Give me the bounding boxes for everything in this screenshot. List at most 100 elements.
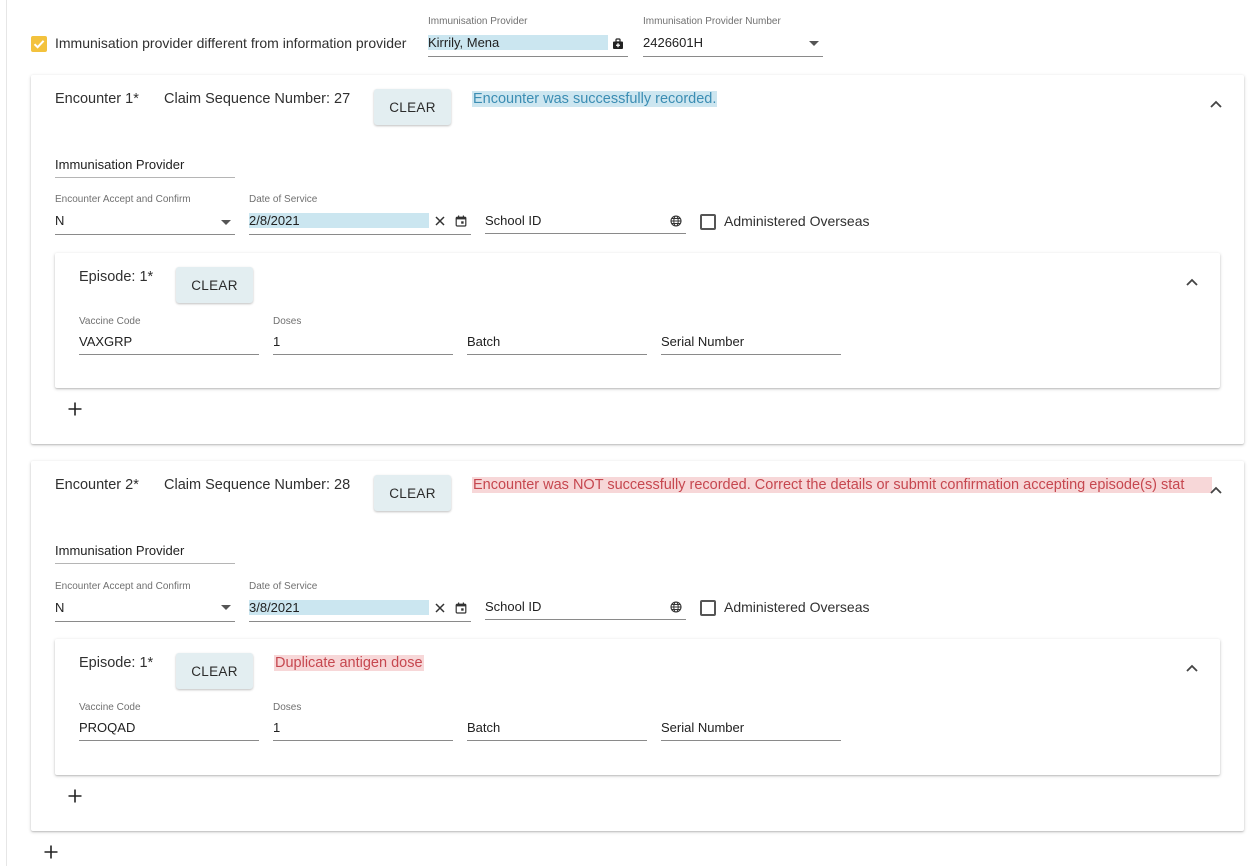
globe-icon[interactable] xyxy=(670,601,682,613)
calendar-icon[interactable] xyxy=(455,215,467,227)
vaccine-code-label: Vaccine Code xyxy=(79,702,141,713)
immunisation-provider-value[interactable]: Kirrily, Mena xyxy=(428,35,608,50)
doses-input[interactable]: Doses 1 xyxy=(273,316,453,356)
calendar-icon[interactable] xyxy=(455,602,467,614)
serial-number-underline xyxy=(661,740,841,741)
school-id-input[interactable]: School ID xyxy=(485,597,686,621)
serial-number-input[interactable]: Serial Number xyxy=(661,332,841,356)
accept-confirm-underline xyxy=(55,234,235,235)
vaccine-code-value: VAXGRP xyxy=(79,334,133,349)
claim-sequence-number: Claim Sequence Number: 27 xyxy=(164,91,351,107)
dropdown-arrow-icon xyxy=(221,605,231,610)
doses-underline xyxy=(273,740,453,741)
checkmark-icon xyxy=(33,40,45,49)
clear-x-icon[interactable] xyxy=(435,216,445,226)
vaccine-code-value: PROQAD xyxy=(79,720,136,735)
encounter-title: Encounter 1* xyxy=(55,91,139,107)
clear-encounter-button[interactable]: CLEAR xyxy=(374,475,451,511)
claim-sequence-number: Claim Sequence Number: 28 xyxy=(164,477,351,493)
serial-number-input[interactable]: Serial Number xyxy=(661,718,841,742)
accept-confirm-value: N xyxy=(55,213,65,228)
clear-x-icon[interactable] xyxy=(435,603,445,613)
encounter-provider-input[interactable]: Immunisation Provider xyxy=(55,541,235,565)
accept-confirm-label: Encounter Accept and Confirm xyxy=(55,581,191,592)
accept-confirm-value: N xyxy=(55,600,65,615)
doses-label: Doses xyxy=(273,316,302,327)
plus-icon[interactable] xyxy=(67,401,83,417)
encounter-provider-underline xyxy=(55,177,235,178)
doses-label: Doses xyxy=(273,702,302,713)
dropdown-arrow-icon xyxy=(221,220,231,225)
encounter-title: Encounter 2* xyxy=(55,477,139,493)
date-of-service-underline xyxy=(249,234,471,235)
date-of-service-underline xyxy=(249,621,471,622)
provider-number-select[interactable]: Immunisation Provider Number 2426601H xyxy=(643,16,823,58)
administered-overseas-checkbox[interactable] xyxy=(700,214,716,230)
batch-placeholder: Batch xyxy=(467,334,501,349)
vaccine-code-input[interactable]: Vaccine Code VAXGRP xyxy=(79,316,259,356)
provider-number-underline xyxy=(643,56,823,57)
plus-icon[interactable] xyxy=(43,844,59,860)
chevron-up-icon[interactable] xyxy=(1209,99,1223,109)
chevron-up-icon[interactable] xyxy=(1209,485,1223,495)
immunisation-provider-field[interactable]: Immunisation Provider Kirrily, Mena xyxy=(428,16,628,58)
doses-underline xyxy=(273,354,453,355)
provider-number-value: 2426601H xyxy=(643,35,703,50)
encounter-provider-placeholder: Immunisation Provider xyxy=(55,157,185,172)
provider-row: Immunisation provider different from inf… xyxy=(0,0,1248,70)
date-of-service-label: Date of Service xyxy=(249,581,318,592)
school-id-placeholder: School ID xyxy=(485,599,542,614)
administered-overseas-label: Administered Overseas xyxy=(724,599,870,615)
provider-number-label: Immunisation Provider Number xyxy=(643,16,781,27)
provider-different-label: Immunisation provider different from inf… xyxy=(55,35,407,51)
batch-input[interactable]: Batch xyxy=(467,718,647,742)
globe-icon[interactable] xyxy=(670,215,682,227)
administered-overseas-checkbox[interactable] xyxy=(700,600,716,616)
encounter-card-2: Encounter 2* Claim Sequence Number: 28 C… xyxy=(31,461,1244,831)
school-id-placeholder: School ID xyxy=(485,213,542,228)
accept-confirm-label: Encounter Accept and Confirm xyxy=(55,194,191,205)
clear-encounter-button[interactable]: CLEAR xyxy=(374,89,451,125)
serial-number-placeholder: Serial Number xyxy=(661,720,745,735)
left-divider xyxy=(6,0,7,866)
accept-confirm-select[interactable]: Encounter Accept and Confirm N xyxy=(55,194,235,236)
clear-episode-button[interactable]: CLEAR xyxy=(176,653,253,689)
episode-title: Episode: 1* xyxy=(79,655,154,671)
batch-input[interactable]: Batch xyxy=(467,332,647,356)
serial-number-placeholder: Serial Number xyxy=(661,334,745,349)
doses-input[interactable]: Doses 1 xyxy=(273,702,453,742)
doses-value: 1 xyxy=(273,720,281,735)
vaccine-code-underline xyxy=(79,354,259,355)
date-of-service-value[interactable]: 3/8/2021 xyxy=(249,600,429,615)
medical-bag-icon[interactable] xyxy=(612,38,624,50)
episode-status-message: Duplicate antigen dose xyxy=(274,655,424,671)
page: Immunisation provider different from inf… xyxy=(0,0,1248,866)
accept-confirm-underline xyxy=(55,621,235,622)
chevron-up-icon[interactable] xyxy=(1185,277,1199,287)
accept-confirm-select[interactable]: Encounter Accept and Confirm N xyxy=(55,581,235,623)
school-id-underline xyxy=(485,619,686,620)
date-of-service-input[interactable]: Date of Service 2/8/2021 xyxy=(249,194,471,236)
date-of-service-label: Date of Service xyxy=(249,194,318,205)
encounter-provider-input[interactable]: Immunisation Provider xyxy=(55,155,235,179)
doses-value: 1 xyxy=(273,334,281,349)
encounter-status-message: Encounter was successfully recorded. xyxy=(472,91,718,107)
provider-different-checkbox[interactable] xyxy=(31,36,47,52)
clear-episode-button[interactable]: CLEAR xyxy=(176,267,253,303)
encounter-status-message: Encounter was NOT successfully recorded.… xyxy=(472,477,1212,493)
immunisation-provider-underline xyxy=(428,56,628,57)
administered-overseas-label: Administered Overseas xyxy=(724,213,870,229)
serial-number-underline xyxy=(661,354,841,355)
plus-icon[interactable] xyxy=(67,788,83,804)
date-of-service-value[interactable]: 2/8/2021 xyxy=(249,213,429,228)
date-of-service-input[interactable]: Date of Service 3/8/2021 xyxy=(249,581,471,623)
vaccine-code-input[interactable]: Vaccine Code PROQAD xyxy=(79,702,259,742)
episode-card: Episode: 1* CLEAR Vaccine Code VAXGRP Do… xyxy=(55,253,1220,388)
chevron-up-icon[interactable] xyxy=(1185,663,1199,673)
dropdown-arrow-icon xyxy=(809,41,819,46)
encounter-provider-underline xyxy=(55,563,235,564)
batch-underline xyxy=(467,740,647,741)
episode-title: Episode: 1* xyxy=(79,269,154,285)
vaccine-code-underline xyxy=(79,740,259,741)
school-id-input[interactable]: School ID xyxy=(485,211,686,235)
